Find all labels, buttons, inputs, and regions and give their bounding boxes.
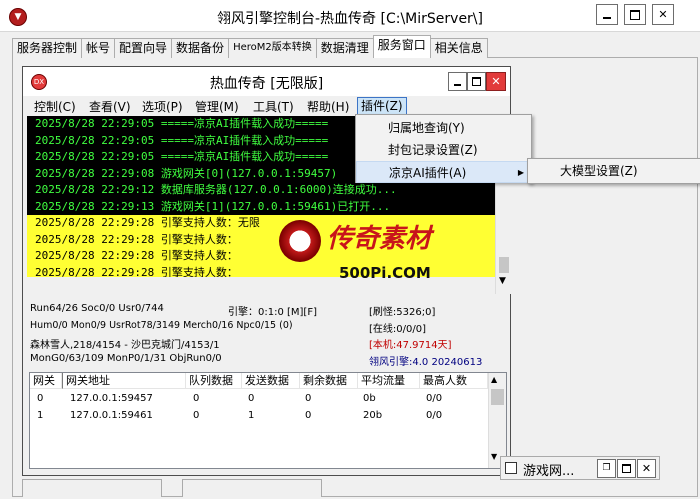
table-cell[interactable]: 0 xyxy=(190,408,199,424)
gateway-table[interactable]: 网关 网关地址 队列数据 发送数据 剩余数据 平均流量 最高人数 0 127.0… xyxy=(29,372,507,469)
menu-item-ai-plugin-label: 凉京AI插件(A) xyxy=(389,166,467,180)
menu-tools[interactable]: 工具(T) xyxy=(253,98,294,115)
menu-manage[interactable]: 管理(M) xyxy=(195,98,239,115)
watermark-site: 500Pi.COM xyxy=(339,264,431,282)
column-header[interactable]: 网关地址 xyxy=(62,373,186,389)
inner-maximize-button[interactable] xyxy=(467,72,486,91)
window-icon xyxy=(505,462,517,474)
inner-title-bar: DX 热血传奇 [无限版] ✕ xyxy=(23,67,510,96)
table-cell[interactable]: 0/0 xyxy=(423,408,442,424)
tab-data-cleanup[interactable]: 数据清理 xyxy=(315,38,374,58)
menu-help[interactable]: 帮助(H) xyxy=(307,98,349,115)
watermark-brand: 传奇素材 xyxy=(327,224,432,254)
log-line: 2025/8/28 22:29:12 数据库服务器(127.0.0.1:6000… xyxy=(35,183,397,196)
table-cell[interactable]: 0 xyxy=(34,391,43,407)
close-button[interactable]: ✕ xyxy=(652,4,674,25)
ai-plugin-submenu: 大模型设置(Z) xyxy=(527,158,700,184)
inner-close-button[interactable]: ✕ xyxy=(486,72,506,91)
table-cell[interactable]: 0 xyxy=(302,408,311,424)
scroll-down-arrow-icon[interactable]: ▼ xyxy=(499,276,506,286)
minimized-title: 游戏网... xyxy=(523,464,575,479)
maximize-button[interactable] xyxy=(624,4,646,25)
log-scroll-thumb[interactable] xyxy=(499,257,509,273)
hidden-window-1[interactable] xyxy=(22,479,162,497)
status-local: [本机:47.9714天] xyxy=(369,340,452,351)
table-cell[interactable]: 1 xyxy=(34,408,43,424)
column-header[interactable]: 平均流量 xyxy=(358,373,420,389)
tab-server-control[interactable]: 服务器控制 xyxy=(12,38,83,58)
menu-view[interactable]: 查看(V) xyxy=(89,98,131,115)
minimize-button[interactable] xyxy=(596,4,618,25)
plugin-dropdown: 归属地查询(Y) 封包记录设置(Z) 凉京AI插件(A) ▶ xyxy=(355,114,532,183)
outer-title-bar: ▼ 翎风引擎控制台-热血传奇 [C:\MirServer\] ✕ xyxy=(0,0,700,32)
table-cell[interactable]: 127.0.0.1:59461 xyxy=(67,408,153,424)
status-run: Run64/26 Soc0/0 Usr0/744 xyxy=(30,303,164,314)
maximize-button[interactable] xyxy=(617,459,636,478)
table-cell[interactable]: 0 xyxy=(245,391,254,407)
column-header[interactable]: 发送数据 xyxy=(242,373,300,389)
table-cell[interactable]: 0b xyxy=(360,391,376,407)
scroll-down-arrow-icon[interactable]: ▼ xyxy=(491,452,497,461)
game-gateway-minimized[interactable]: 游戏网... ❐ ✕ xyxy=(500,456,660,480)
tab-service-window[interactable]: 服务窗口 xyxy=(372,35,431,58)
table-cell[interactable]: 0/0 xyxy=(423,391,442,407)
tab-account[interactable]: 帐号 xyxy=(81,38,116,58)
outer-window-title: 翎风引擎控制台-热血传奇 [C:\MirServer\] xyxy=(217,11,483,27)
menu-item-llm-settings[interactable]: 大模型设置(Z) xyxy=(528,160,700,182)
table-cell[interactable]: 0 xyxy=(190,391,199,407)
table-cell[interactable]: 0 xyxy=(302,391,311,407)
status-humans: Hum0/0 Mon0/9 UsrRot78/3149 Merch0/16 Np… xyxy=(30,320,293,331)
table-scroll-thumb[interactable] xyxy=(491,389,504,405)
restore-button[interactable]: ❐ xyxy=(597,459,616,478)
submenu-arrow-icon: ▶ xyxy=(517,168,524,177)
table-scrollbar[interactable]: ▲ ▼ xyxy=(488,373,506,468)
column-header[interactable]: 剩余数据 xyxy=(300,373,358,389)
500pi-logo-icon xyxy=(279,220,321,262)
hidden-window-2[interactable] xyxy=(182,479,322,497)
watermark: 传奇素材 500Pi.COM xyxy=(275,212,465,292)
menu-options[interactable]: 选项(P) xyxy=(142,98,183,115)
scroll-up-arrow-icon[interactable]: ▲ xyxy=(491,375,497,384)
column-header[interactable]: 最高人数 xyxy=(420,373,488,389)
column-header[interactable]: 网关 xyxy=(30,373,62,389)
status-version: 翎风引擎:4.0 20240613 xyxy=(369,357,483,368)
tab-config-wizard[interactable]: 配置向导 xyxy=(114,38,173,58)
tab-herom2-convert[interactable]: HeroM2版本转换 xyxy=(228,38,317,58)
menu-item-packet-log[interactable]: 封包记录设置(Z) xyxy=(356,139,531,161)
table-cell[interactable]: 127.0.0.1:59457 xyxy=(67,391,153,407)
status-mongen: MonG0/63/109 MonP0/1/31 ObjRun0/0 xyxy=(30,353,222,364)
status-online: [在线:0/0/0] xyxy=(369,324,426,335)
tab-data-backup[interactable]: 数据备份 xyxy=(171,38,230,58)
column-header[interactable]: 队列数据 xyxy=(186,373,242,389)
inner-window-title: 热血传奇 [无限版] xyxy=(209,76,324,92)
inner-minimize-button[interactable] xyxy=(448,72,467,91)
menu-item-ai-plugin[interactable]: 凉京AI插件(A) ▶ xyxy=(356,161,531,183)
status-monster: 森林雪人,218/4154 - 沙巴克城门/4153/1 xyxy=(30,340,220,351)
table-cell[interactable]: 1 xyxy=(245,408,254,424)
table-cell[interactable]: 20b xyxy=(360,408,382,424)
tab-bar: 服务器控制 帐号 配置向导 数据备份 HeroM2版本转换 数据清理 服务窗口 … xyxy=(12,35,488,58)
status-spawn: [刷怪:5326;0] xyxy=(369,307,436,318)
menu-plugin[interactable]: 插件(Z) xyxy=(357,97,407,115)
menu-item-location-lookup[interactable]: 归属地查询(Y) xyxy=(356,117,531,139)
close-button[interactable]: ✕ xyxy=(637,459,656,478)
inner-menu-bar: 控制(C) 查看(V) 选项(P) 管理(M) 工具(T) 帮助(H) 插件(Z… xyxy=(23,96,510,116)
menu-control[interactable]: 控制(C) xyxy=(34,98,76,115)
status-engine: 引擎：0:1:0 [M][F] xyxy=(228,307,317,318)
tab-related-info[interactable]: 相关信息 xyxy=(429,38,488,58)
